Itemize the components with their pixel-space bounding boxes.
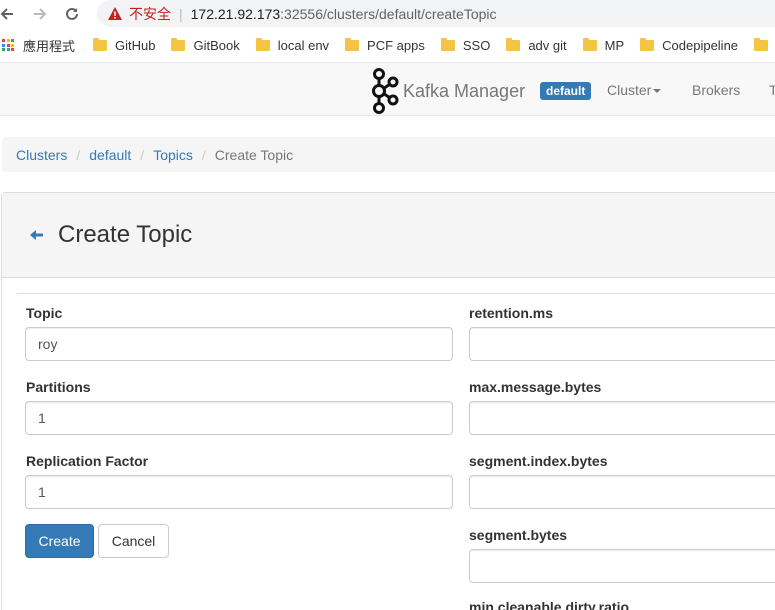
segment-bytes-label: segment.bytes: [469, 527, 568, 543]
kafka-logo-icon: [372, 68, 399, 114]
bookmark-local-env[interactable]: local env: [255, 37, 330, 53]
page-title: Create Topic: [58, 221, 193, 248]
replication-factor-input[interactable]: 1: [25, 475, 453, 509]
folder-icon: [93, 37, 108, 51]
bookmark-label: local env: [277, 37, 330, 53]
folder-icon: [171, 37, 186, 51]
topic-input[interactable]: roy: [25, 327, 453, 361]
breadcrumb-clusters[interactable]: Clusters: [16, 147, 67, 163]
partitions-input[interactable]: 1: [25, 401, 453, 435]
bookmark-sso[interactable]: SSO: [440, 37, 491, 53]
caret-down-icon: [653, 89, 662, 94]
address-bar[interactable]: 不安全 | 172.21.92.173:32556/clusters/defau…: [97, 0, 775, 27]
bookmark-pcf-apps[interactable]: PCF apps: [345, 37, 425, 53]
breadcrumb-default[interactable]: default: [89, 147, 131, 163]
nav-cluster-dropdown[interactable]: Cluster: [607, 82, 662, 98]
bookmark-adv-git[interactable]: adv git: [506, 37, 567, 53]
create-topic-panel: Create Topic Topic roy Partitions 1 Repl…: [1, 192, 775, 610]
nav-topics[interactable]: T: [769, 82, 775, 98]
url-path: :32556/clusters/default/createTopic: [280, 5, 497, 22]
divider: [17, 293, 775, 294]
breadcrumb-separator: /: [140, 146, 145, 163]
cancel-button[interactable]: Cancel: [98, 524, 169, 558]
partitions-value: 1: [38, 410, 46, 426]
panel-heading: Create Topic: [2, 193, 775, 278]
apps-grid-icon: [2, 39, 14, 51]
folder-icon: [345, 37, 360, 51]
segment-index-bytes-input[interactable]: [469, 475, 775, 509]
url-divider: |: [179, 5, 183, 22]
nav-cluster-label: Cluster: [607, 82, 652, 98]
brand-name: Kafka Manager: [403, 80, 526, 101]
bookmark-gitbook[interactable]: GitBook: [171, 37, 240, 53]
nav-brokers[interactable]: Brokers: [692, 82, 740, 98]
folder-icon: [582, 37, 597, 51]
back-icon[interactable]: [0, 3, 18, 25]
bookmark-label: GitBook: [193, 37, 240, 53]
brand-link[interactable]: Kafka Manager: [369, 67, 525, 115]
bookmark-overflow[interactable]: [754, 37, 775, 51]
breadcrumb-separator: /: [201, 146, 206, 163]
bookmark-label: Codepipeline: [662, 37, 739, 53]
replication-factor-value: 1: [38, 484, 46, 500]
max-message-bytes-label: max.message.bytes: [469, 379, 602, 395]
bookmark-github[interactable]: GitHub: [93, 37, 156, 53]
partitions-label: Partitions: [26, 379, 91, 395]
retention-ms-input[interactable]: [469, 327, 775, 361]
replication-factor-label: Replication Factor: [26, 453, 149, 469]
bookmark-label: PCF apps: [367, 37, 425, 53]
bookmark-apps[interactable]: 應用程式: [0, 36, 75, 55]
browser-toolbar: 不安全 | 172.21.92.173:32556/clusters/defau…: [0, 0, 775, 28]
warning-icon: [108, 6, 122, 20]
folder-icon: [754, 37, 769, 51]
reload-icon[interactable]: [61, 3, 83, 25]
bookmark-label: SSO: [462, 37, 491, 53]
topic-value: roy: [38, 336, 58, 352]
url-host: 172.21.92.173: [190, 5, 281, 22]
insecure-label: 不安全: [129, 5, 171, 22]
cluster-badge: default: [540, 82, 592, 100]
topic-label: Topic: [26, 305, 63, 321]
bookmark-label: 應用程式: [23, 38, 76, 54]
folder-icon: [506, 37, 521, 51]
folder-icon: [440, 37, 455, 51]
bookmark-codepipeline[interactable]: Codepipeline: [640, 37, 739, 53]
segment-bytes-input[interactable]: [469, 549, 775, 583]
segment-index-bytes-label: segment.index.bytes: [469, 453, 608, 469]
min-cleanable-dirty-ratio-label: min.cleanable.dirty.ratio: [469, 599, 630, 610]
forward-icon[interactable]: [29, 3, 51, 25]
breadcrumb-current: Create Topic: [214, 146, 294, 163]
back-arrow-icon[interactable]: [30, 228, 44, 246]
folder-icon: [640, 37, 655, 51]
breadcrumb-separator: /: [76, 146, 81, 163]
max-message-bytes-input[interactable]: [469, 401, 775, 435]
breadcrumb-topics[interactable]: Topics: [153, 147, 193, 163]
bookmark-label: adv git: [528, 37, 567, 53]
bookmarks-bar: 應用程式 GitHub GitBook local env PCF apps S…: [0, 32, 775, 58]
create-button[interactable]: Create: [25, 524, 94, 558]
breadcrumb: Clusters / default / Topics / Create Top…: [2, 137, 775, 172]
bookmark-mp[interactable]: MP: [582, 37, 625, 53]
app-navbar: Kafka Manager default Cluster Brokers T: [0, 62, 775, 116]
bookmark-label: GitHub: [115, 37, 156, 53]
retention-ms-label: retention.ms: [469, 305, 554, 321]
folder-icon: [255, 37, 270, 51]
bookmark-label: MP: [604, 37, 625, 53]
